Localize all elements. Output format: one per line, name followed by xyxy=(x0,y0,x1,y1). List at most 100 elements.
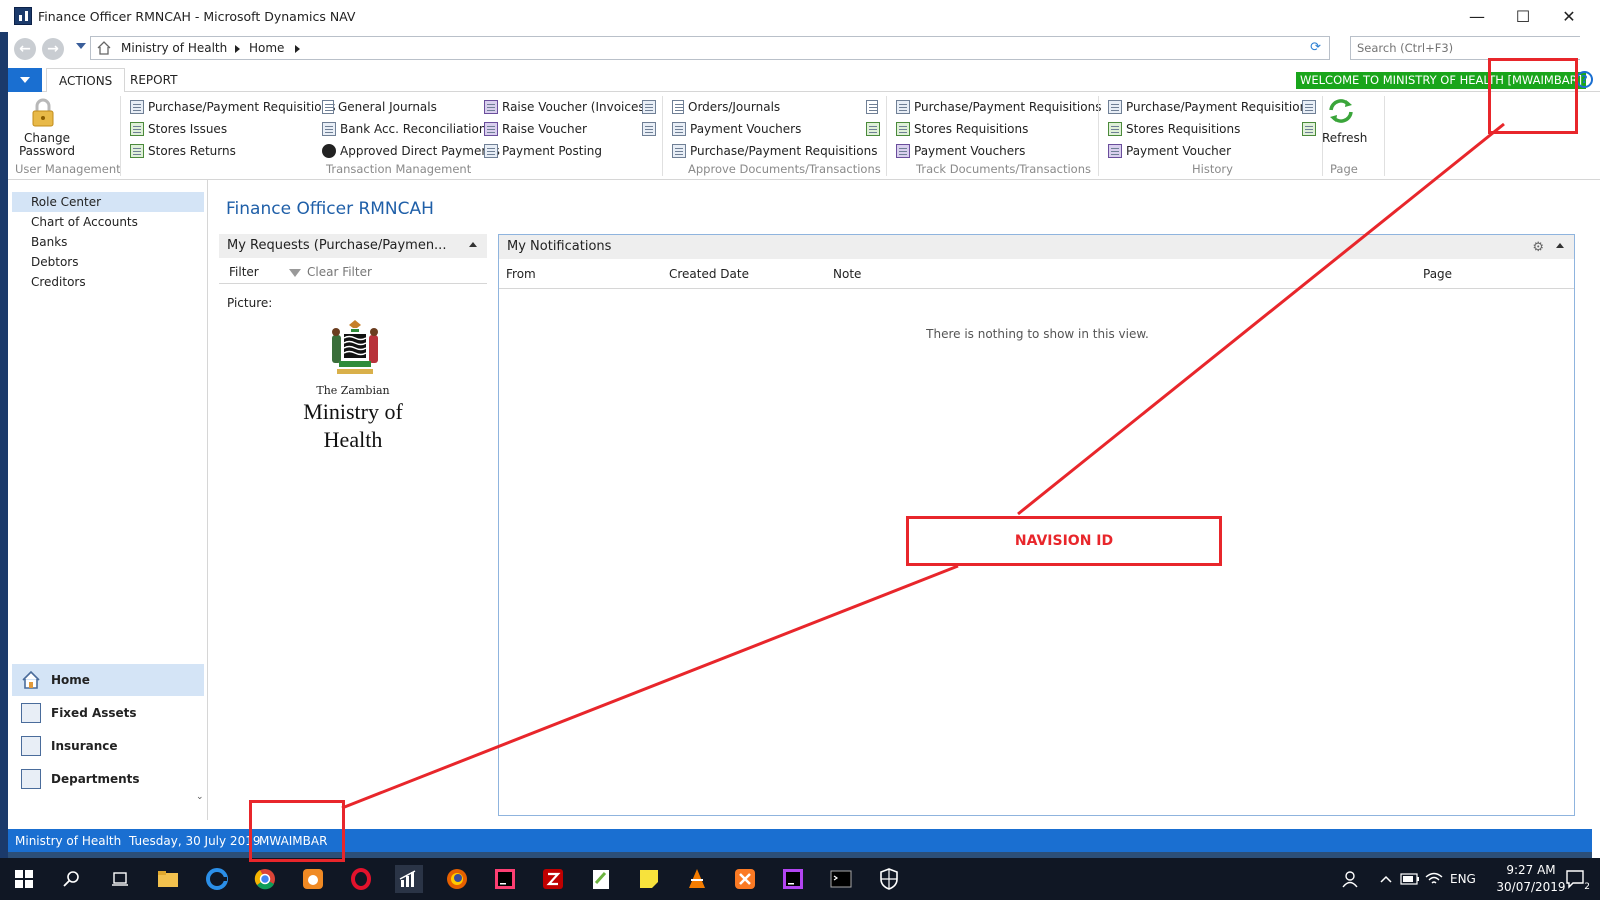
bank-icon xyxy=(322,122,336,136)
background-window-edge xyxy=(0,0,8,900)
department-fixed-assets[interactable]: Fixed Assets xyxy=(12,697,204,729)
refresh-icon xyxy=(1329,99,1353,123)
action-center-icon[interactable]: 2 xyxy=(1562,865,1590,893)
refresh-button[interactable]: Refresh xyxy=(1322,132,1367,145)
dynamics-nav-taskbar-icon[interactable] xyxy=(395,865,423,893)
phpstorm-icon[interactable] xyxy=(779,865,807,893)
filezilla-icon[interactable] xyxy=(539,865,567,893)
change-password-button[interactable]: Change Password xyxy=(12,132,82,158)
status-date: Tuesday, 30 July 2019 xyxy=(129,834,261,848)
sticky-notes-icon[interactable] xyxy=(635,865,663,893)
file-explorer-icon[interactable] xyxy=(154,865,182,893)
search-icon[interactable] xyxy=(58,865,86,893)
wifi-icon[interactable] xyxy=(1420,865,1448,893)
funnel-icon xyxy=(289,268,301,277)
ribbon-history-stores-requisitions[interactable]: Stores Requisitions xyxy=(1108,119,1240,139)
people-icon[interactable] xyxy=(1336,865,1364,893)
ribbon-raise-voucher-invoices[interactable]: Raise Voucher (Invoices) xyxy=(484,97,649,117)
ribbon-bank-acc-reconciliations[interactable]: Bank Acc. Reconciliations xyxy=(322,119,493,139)
minimize-button[interactable]: — xyxy=(1454,4,1500,28)
notepad-plus-icon[interactable] xyxy=(587,865,615,893)
edge-browser-icon[interactable] xyxy=(203,865,231,893)
ribbon-stores-returns[interactable]: Stores Returns xyxy=(130,141,236,161)
nav-item-debtors[interactable]: Debtors xyxy=(12,252,204,272)
department-home[interactable]: Home xyxy=(12,664,204,696)
group-label-track: Track Documents/Transactions xyxy=(916,162,1091,176)
application-menu-button[interactable] xyxy=(8,68,42,92)
search-input[interactable] xyxy=(1350,36,1590,60)
nav-item-banks[interactable]: Banks xyxy=(12,232,204,252)
intellij-icon[interactable] xyxy=(491,865,519,893)
logo-caption-large: Ministry of Health xyxy=(303,399,403,452)
xampp-icon[interactable] xyxy=(731,865,759,893)
help-icon[interactable]: ? xyxy=(1576,71,1593,88)
history-extra-icon[interactable] xyxy=(1302,100,1316,114)
forward-button[interactable]: → xyxy=(42,38,64,60)
ribbon-track-purchase-payment-requisitions[interactable]: Purchase/Payment Requisitions xyxy=(896,97,1101,117)
breadcrumb-ministry[interactable]: Ministry of Health xyxy=(121,41,227,55)
column-from[interactable]: From xyxy=(506,267,536,281)
command-prompt-icon[interactable] xyxy=(827,865,855,893)
my-requests-header[interactable]: My Requests (Purchase/Paymen... xyxy=(219,234,487,258)
windows-taskbar: ENG 9:27 AM 30/07/2019 2 xyxy=(0,858,1600,900)
history-extra-icon[interactable] xyxy=(1302,122,1316,136)
clear-filter-button[interactable]: Clear Filter xyxy=(289,265,372,279)
tab-actions[interactable]: ACTIONS xyxy=(46,68,126,93)
posting-icon xyxy=(484,144,498,158)
history-dropdown-icon[interactable] xyxy=(76,43,86,49)
settings-gear-icon[interactable]: ⚙ xyxy=(1532,240,1544,255)
back-button[interactable]: ← xyxy=(14,38,36,60)
nav-item-role-center[interactable]: Role Center xyxy=(12,192,204,212)
task-view-icon[interactable] xyxy=(106,865,134,893)
vlc-icon[interactable] xyxy=(683,865,711,893)
collapse-icon[interactable] xyxy=(469,242,477,247)
opera-icon[interactable] xyxy=(347,865,375,893)
ribbon-approve-payment-vouchers[interactable]: Payment Vouchers xyxy=(672,119,801,139)
my-notifications-header[interactable]: My Notifications ⚙ xyxy=(499,235,1574,259)
ribbon-payment-posting[interactable]: Payment Posting xyxy=(484,141,602,161)
voucher-icon xyxy=(484,100,498,114)
ribbon-general-journals[interactable]: General Journals xyxy=(322,97,437,117)
taskbar-time[interactable]: 9:27 AM xyxy=(1496,863,1566,877)
column-note[interactable]: Note xyxy=(833,267,861,281)
column-page[interactable]: Page xyxy=(1423,267,1452,281)
language-indicator[interactable]: ENG xyxy=(1450,872,1476,886)
windows-start-icon[interactable] xyxy=(10,865,38,893)
uc-browser-icon[interactable] xyxy=(299,865,327,893)
ribbon-approve-purchase-payment-requisitions[interactable]: Purchase/Payment Requisitions xyxy=(672,141,877,161)
department-insurance[interactable]: Insurance xyxy=(12,730,204,762)
tab-report[interactable]: REPORT xyxy=(118,68,189,93)
nav-item-creditors[interactable]: Creditors xyxy=(12,272,204,292)
ribbon-stores-issues[interactable]: Stores Issues xyxy=(130,119,227,139)
ribbon-track-payment-vouchers[interactable]: Payment Vouchers xyxy=(896,141,1025,161)
collapse-icon[interactable] xyxy=(1556,243,1564,248)
ribbon-history-payment-voucher[interactable]: Payment Voucher xyxy=(1108,141,1231,161)
ribbon-extra-icon[interactable] xyxy=(642,100,656,114)
close-button[interactable]: ✕ xyxy=(1546,4,1592,28)
breadcrumb-home[interactable]: Home xyxy=(249,41,284,55)
windows-defender-icon[interactable] xyxy=(875,865,903,893)
ribbon-approved-direct-payments[interactable]: Approved Direct Payments xyxy=(322,141,500,161)
column-created-date[interactable]: Created Date xyxy=(669,267,749,281)
nav-item-chart-of-accounts[interactable]: Chart of Accounts xyxy=(12,212,204,232)
firefox-icon[interactable] xyxy=(443,865,471,893)
approve-extra-icon[interactable] xyxy=(866,100,878,114)
stores-icon xyxy=(896,122,910,136)
approve-extra-icon[interactable] xyxy=(866,122,880,136)
address-refresh-icon[interactable]: ⟳ xyxy=(1310,40,1321,55)
address-row: ← → Ministry of Health Home ⟳ xyxy=(8,33,1600,63)
ribbon-raise-voucher[interactable]: Raise Voucher xyxy=(484,119,587,139)
ribbon-separator xyxy=(120,96,121,176)
address-bar[interactable]: Ministry of Health Home ⟳ xyxy=(90,36,1330,60)
taskbar-date[interactable]: 30/07/2019 xyxy=(1496,880,1566,894)
ribbon-extra-icon[interactable] xyxy=(642,122,656,136)
ribbon-history-purchase-payment-requisitions[interactable]: Purchase/Payment Requisitions xyxy=(1108,97,1313,117)
chrome-icon[interactable] xyxy=(251,865,279,893)
maximize-button[interactable]: ☐ xyxy=(1500,4,1546,28)
department-departments[interactable]: Departments xyxy=(12,763,204,795)
filter-button[interactable]: Filter xyxy=(229,265,259,279)
nav-more-icon[interactable]: ⌄ xyxy=(196,792,204,802)
ribbon-purchase-payment-requisitions[interactable]: Purchase/Payment Requisitions xyxy=(130,97,335,117)
ribbon-approve-orders-journals[interactable]: Orders/Journals xyxy=(672,97,780,117)
ribbon-track-stores-requisitions[interactable]: Stores Requisitions xyxy=(896,119,1028,139)
